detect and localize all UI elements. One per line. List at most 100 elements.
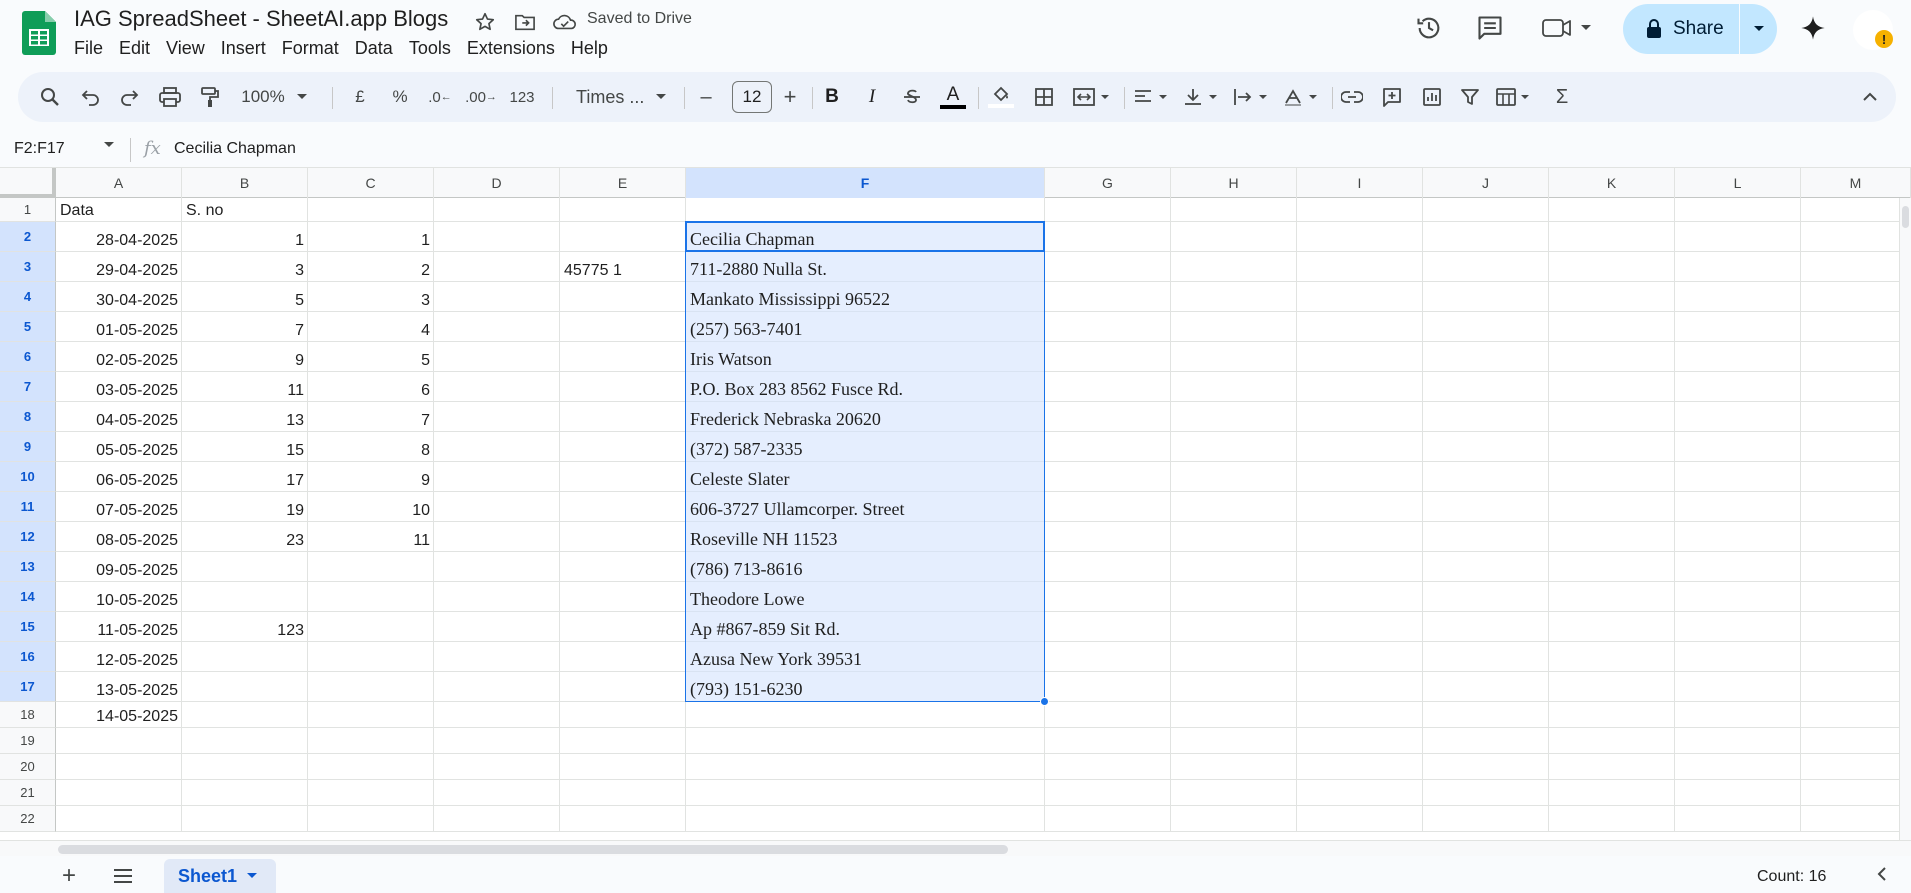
cell-a6[interactable]: 02-05-2025 [56,342,182,372]
add-comment-icon[interactable] [1378,81,1406,113]
link-icon[interactable] [1338,81,1366,113]
cell-f4[interactable]: Mankato Mississippi 96522 [686,282,1045,312]
cloud-saved-icon[interactable] [553,10,577,34]
column-header-j[interactable]: J [1423,168,1549,198]
menu-tools[interactable]: Tools [401,36,459,61]
column-header-i[interactable]: I [1297,168,1423,198]
cell-b2[interactable]: 1 [182,222,308,252]
share-dropdown-button[interactable] [1740,4,1777,54]
vertical-scrollbar[interactable] [1899,198,1911,840]
menu-file[interactable]: File [66,36,111,61]
cell-b9[interactable]: 15 [182,432,308,462]
decrease-font-size-button[interactable]: – [692,81,720,113]
cell-b4[interactable]: 5 [182,282,308,312]
column-header-c[interactable]: C [308,168,434,198]
cell-c7[interactable]: 6 [308,372,434,402]
horizontal-scrollbar[interactable] [0,840,1911,856]
cell-c9[interactable]: 8 [308,432,434,462]
row-header-4[interactable]: 4 [0,282,56,312]
cell-a13[interactable]: 09-05-2025 [56,552,182,582]
column-header-m[interactable]: M [1801,168,1911,198]
fill-color-icon[interactable] [984,81,1018,113]
cell-a1[interactable]: Data [56,198,182,222]
row-header-9[interactable]: 9 [0,432,56,462]
row-header-16[interactable]: 16 [0,642,56,672]
search-icon[interactable] [36,81,64,113]
column-header-h[interactable]: H [1171,168,1297,198]
cell-a16[interactable]: 12-05-2025 [56,642,182,672]
spreadsheet-grid[interactable]: ABCDEFGHIJKLM 1 2 3 4 5 6 7 8 9 10 11 12 13 14 15 16 17 1… [0,168,1911,840]
percent-format-button[interactable]: % [386,81,414,113]
row-header-17[interactable]: 17 [0,672,56,702]
cell-f14[interactable]: Theodore Lowe [686,582,1045,612]
menu-data[interactable]: Data [347,36,401,61]
sheets-logo-icon[interactable] [22,11,56,55]
italic-button[interactable]: I [858,81,886,113]
borders-icon[interactable] [1030,81,1058,113]
cell-a10[interactable]: 06-05-2025 [56,462,182,492]
cell-f11[interactable]: 606-3727 Ullamcorper. Street [686,492,1045,522]
cell-a9[interactable]: 05-05-2025 [56,432,182,462]
increase-font-size-button[interactable]: + [776,81,804,113]
row-header-6[interactable]: 6 [0,342,56,372]
cell-c10[interactable]: 9 [308,462,434,492]
paint-format-icon[interactable] [196,81,224,113]
row-header-19[interactable]: 19 [0,728,56,754]
row-header-1[interactable]: 1 [0,198,56,222]
row-header-12[interactable]: 12 [0,522,56,552]
all-sheets-icon[interactable] [112,868,134,889]
menu-help[interactable]: Help [563,36,616,61]
cell-c11[interactable]: 10 [308,492,434,522]
meet-icon[interactable] [1539,10,1595,46]
formula-input[interactable]: Cecilia Chapman [174,140,296,158]
cell-a11[interactable]: 07-05-2025 [56,492,182,522]
cell-a18[interactable]: 14-05-2025 [56,702,182,728]
name-box[interactable]: F2:F17 [14,140,65,158]
row-header-21[interactable]: 21 [0,780,56,806]
vertical-scroll-thumb[interactable] [1902,206,1909,228]
cell-b11[interactable]: 19 [182,492,308,522]
currency-format-button[interactable]: £ [346,81,374,113]
menu-extensions[interactable]: Extensions [459,36,563,61]
rotate-icon[interactable] [1280,81,1324,113]
row-header-13[interactable]: 13 [0,552,56,582]
cell-a3[interactable]: 29-04-2025 [56,252,182,282]
cell-a8[interactable]: 04-05-2025 [56,402,182,432]
cell-f12[interactable]: Roseville NH 11523 [686,522,1045,552]
cell-a12[interactable]: 08-05-2025 [56,522,182,552]
cell-c4[interactable]: 3 [308,282,434,312]
side-panel-toggle-icon[interactable] [1876,866,1888,887]
filter-icon[interactable] [1456,81,1484,113]
strikethrough-icon[interactable] [898,81,926,113]
cell-a7[interactable]: 03-05-2025 [56,372,182,402]
cell-f5[interactable]: (257) 563-7401 [686,312,1045,342]
print-icon[interactable] [156,81,184,113]
cell-b6[interactable]: 9 [182,342,308,372]
cell-c12[interactable]: 11 [308,522,434,552]
cell-a17[interactable]: 13-05-2025 [56,672,182,702]
select-all-corner[interactable] [0,168,56,198]
align-icon[interactable] [1130,81,1174,113]
column-header-a[interactable]: A [56,168,182,198]
font-size-input[interactable]: 12 [732,81,772,113]
merge-icon[interactable] [1068,81,1116,113]
menu-view[interactable]: View [158,36,213,61]
star-icon[interactable] [473,10,497,34]
gemini-spark-icon[interactable] [1795,10,1831,46]
column-header-f[interactable]: F [686,168,1045,198]
row-header-5[interactable]: 5 [0,312,56,342]
row-header-14[interactable]: 14 [0,582,56,612]
cell-c8[interactable]: 7 [308,402,434,432]
cell-b1[interactable]: S. no [182,198,308,222]
cell-f17[interactable]: (793) 151-6230 [686,672,1045,702]
cell-f10[interactable]: Celeste Slater [686,462,1045,492]
increase-decimal-button[interactable]: .00 → [464,81,498,113]
cell-b8[interactable]: 13 [182,402,308,432]
decrease-decimal-button[interactable]: .0 ← [424,81,456,113]
sheet-tab-sheet1[interactable]: Sheet1 [164,859,276,893]
column-header-b[interactable]: B [182,168,308,198]
row-header-2[interactable]: 2 [0,222,56,252]
column-header-e[interactable]: E [560,168,686,198]
row-header-10[interactable]: 10 [0,462,56,492]
column-header-d[interactable]: D [434,168,560,198]
